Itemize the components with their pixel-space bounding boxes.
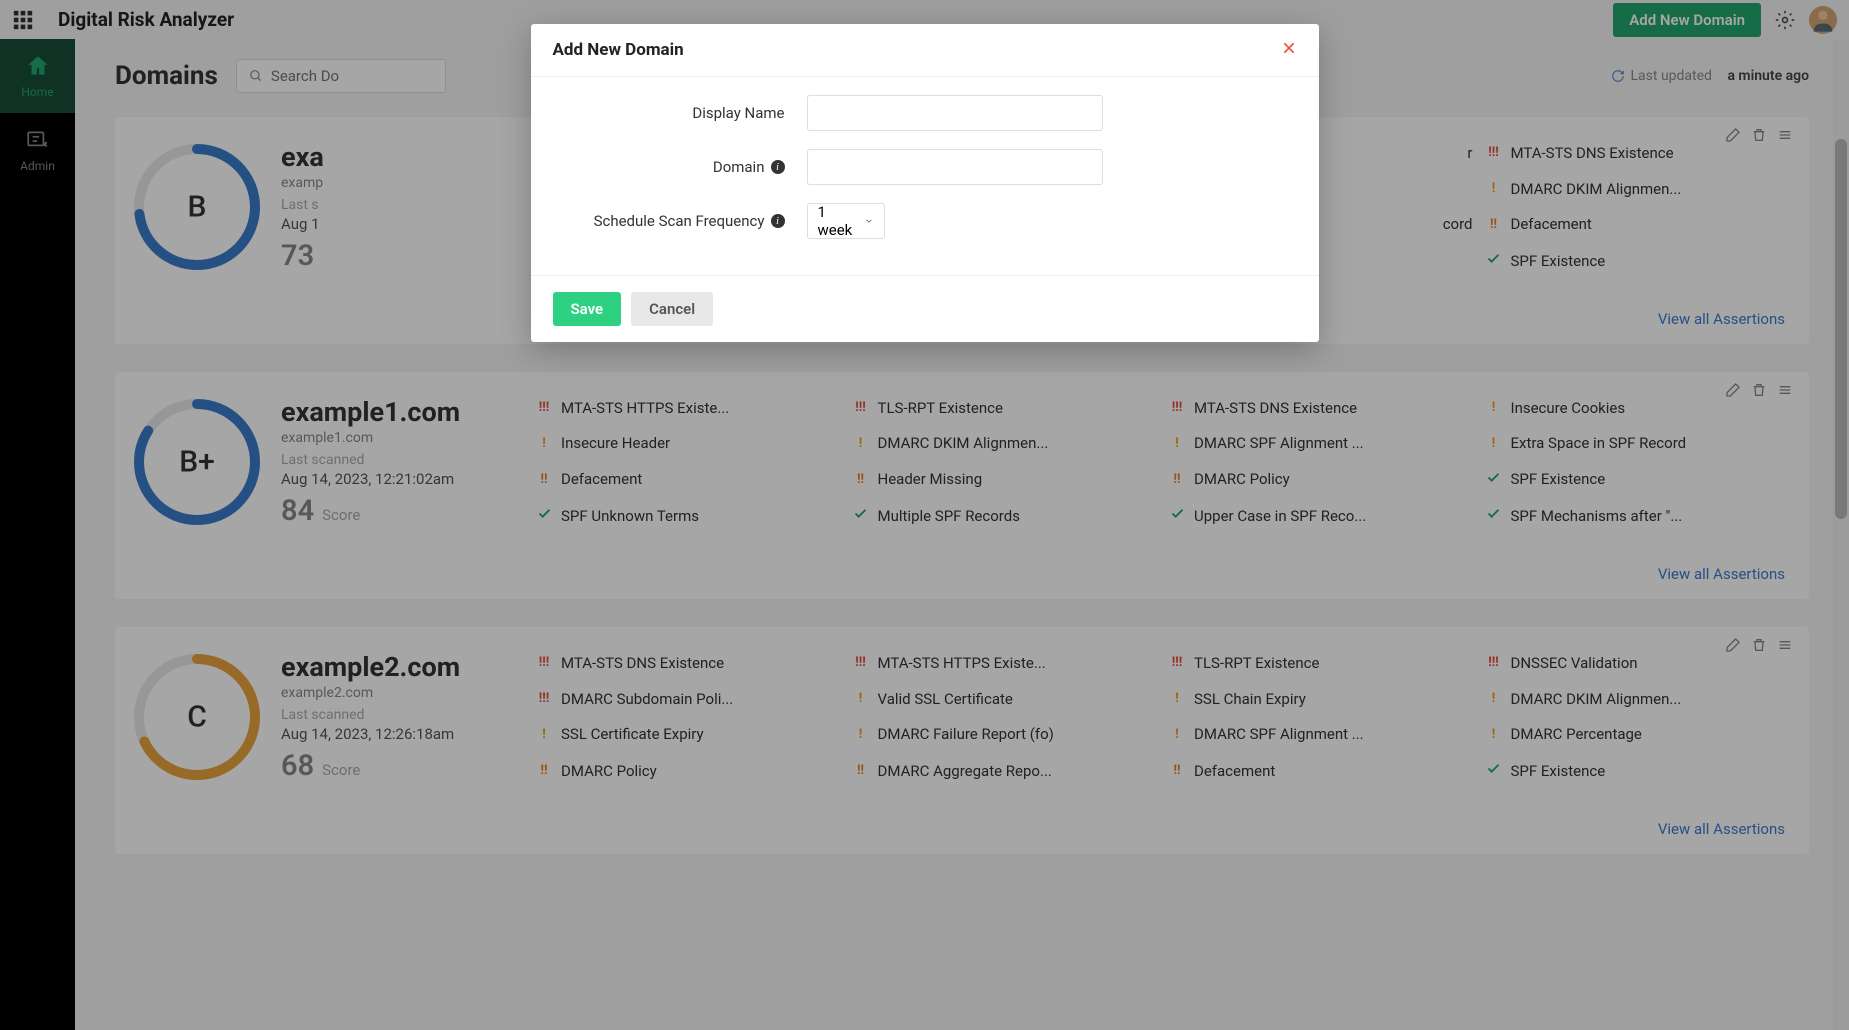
frequency-select[interactable]: 1 week (807, 203, 885, 239)
save-button[interactable]: Save (553, 292, 622, 326)
form-row-display-name: Display Name (553, 95, 1297, 131)
modal-body: Display Name Domain i Schedule Scan Freq… (531, 77, 1319, 275)
add-domain-modal: Add New Domain Display Name Domain i Sch… (531, 24, 1319, 342)
form-row-frequency: Schedule Scan Frequency i 1 week (553, 203, 1297, 239)
info-icon: i (771, 160, 785, 174)
modal-overlay[interactable]: Add New Domain Display Name Domain i Sch… (0, 0, 1849, 1030)
close-icon[interactable] (1281, 40, 1297, 60)
chevron-down-icon (864, 215, 874, 227)
domain-input[interactable] (807, 149, 1103, 185)
domain-label: Domain i (553, 158, 785, 176)
display-name-label: Display Name (553, 104, 785, 122)
form-row-domain: Domain i (553, 149, 1297, 185)
display-name-input[interactable] (807, 95, 1103, 131)
modal-footer: Save Cancel (531, 275, 1319, 342)
cancel-button[interactable]: Cancel (631, 292, 713, 326)
info-icon: i (771, 214, 785, 228)
frequency-label: Schedule Scan Frequency i (553, 212, 785, 230)
modal-title: Add New Domain (553, 40, 684, 60)
modal-header: Add New Domain (531, 24, 1319, 77)
